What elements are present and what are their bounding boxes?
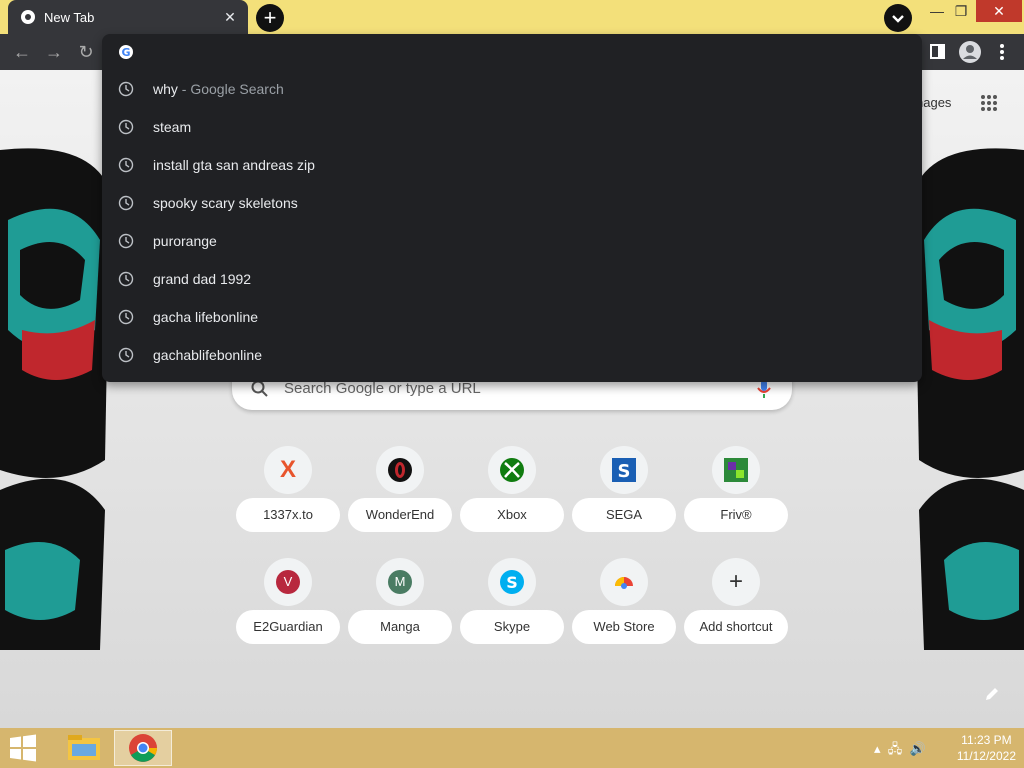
- shortcut-label: Web Store: [572, 610, 676, 644]
- file-explorer-button[interactable]: [56, 730, 114, 766]
- background-art-left: [0, 148, 110, 650]
- shortcut-label: Manga: [348, 610, 452, 644]
- tab-search-button[interactable]: [884, 4, 912, 32]
- shortcut-label: 1337x.to: [236, 498, 340, 532]
- taskbar: ▴ 🖧 🔊 11:23 PM 11/12/2022: [0, 728, 1024, 768]
- profile-icon[interactable]: [958, 40, 982, 64]
- clock-date: 11/12/2022: [956, 749, 1016, 763]
- search-placeholder: Search Google or type a URL: [284, 380, 481, 397]
- google-g-icon: G: [119, 45, 133, 59]
- chrome-icon: [21, 10, 35, 24]
- tab-title: New Tab: [44, 10, 95, 25]
- history-clock-icon: [118, 309, 134, 325]
- windows-start-icon[interactable]: [8, 734, 38, 762]
- shortcut-manga[interactable]: M Manga: [348, 558, 452, 666]
- background-art-right: [914, 148, 1024, 650]
- history-clock-icon: [118, 119, 134, 135]
- shortcut-1337x[interactable]: X 1337x.to: [236, 446, 340, 554]
- xbox-icon: [488, 446, 536, 494]
- history-clock-icon: [118, 233, 134, 249]
- history-clock-icon: [118, 271, 134, 287]
- suggestion-item[interactable]: gacha lifebonline: [102, 298, 922, 336]
- side-panel-icon[interactable]: [930, 44, 945, 59]
- suggestion-item[interactable]: purorange: [102, 222, 922, 260]
- webstore-icon: [600, 558, 648, 606]
- suggestion-text: spooky scary skeletons: [153, 195, 298, 211]
- svg-text:S: S: [506, 573, 518, 592]
- chrome-icon: [129, 734, 157, 762]
- svg-text:G: G: [121, 46, 130, 59]
- back-icon[interactable]: ←: [10, 40, 34, 64]
- suggestion-text: gacha lifebonline: [153, 309, 259, 325]
- shortcut-label: Skype: [460, 610, 564, 644]
- shortcut-label: WonderEnd: [348, 498, 452, 532]
- restore-button[interactable]: ❐: [946, 0, 976, 22]
- history-clock-icon: [118, 157, 134, 173]
- suggestion-item[interactable]: grand dad 1992: [102, 260, 922, 298]
- suggestion-suffix: - Google Search: [177, 81, 284, 97]
- suggestion-text: gachablifebonline: [153, 347, 262, 363]
- suggestion-item[interactable]: gachablifebonline: [102, 336, 922, 374]
- shortcut-label: Xbox: [460, 498, 564, 532]
- plus-icon: +: [712, 558, 760, 606]
- shortcut-wonderend[interactable]: WonderEnd: [348, 446, 452, 554]
- shortcut-webstore[interactable]: Web Store: [572, 558, 676, 666]
- suggestion-text: purorange: [153, 233, 217, 249]
- shortcut-skype[interactable]: S Skype: [460, 558, 564, 666]
- new-tab-button[interactable]: +: [256, 4, 284, 32]
- suggestion-item[interactable]: spooky scary skeletons: [102, 184, 922, 222]
- shortcut-label: Friv®: [684, 498, 788, 532]
- wonderend-icon: [376, 446, 424, 494]
- e2guardian-icon: V: [264, 558, 312, 606]
- shortcut-label: E2Guardian: [236, 610, 340, 644]
- omnibox-dropdown: G why - Google Search steam install gta …: [102, 34, 922, 382]
- clock[interactable]: 11:23 PM 11/12/2022: [957, 732, 1016, 764]
- suggestion-text: grand dad 1992: [153, 271, 252, 287]
- shortcut-e2guardian[interactable]: V E2Guardian: [236, 558, 340, 666]
- customize-pencil-icon[interactable]: [984, 686, 1000, 702]
- history-clock-icon: [118, 347, 134, 363]
- history-clock-icon: [118, 81, 134, 97]
- suggestion-item[interactable]: install gta san andreas zip: [102, 146, 922, 184]
- folder-icon: [68, 735, 100, 760]
- shortcut-friv[interactable]: Friv®: [684, 446, 788, 554]
- apps-grid-icon[interactable]: [980, 94, 998, 112]
- tab-strip: New Tab ✕ + — ❐ ✕: [0, 0, 1024, 34]
- skype-icon: S: [488, 558, 536, 606]
- tab-new-tab[interactable]: New Tab ✕: [8, 0, 248, 34]
- search-icon: [251, 380, 268, 397]
- svg-text:S: S: [618, 461, 631, 482]
- forward-icon[interactable]: →: [42, 40, 66, 64]
- x-icon: X: [264, 446, 312, 494]
- manga-icon: M: [376, 558, 424, 606]
- sega-icon: S: [600, 446, 648, 494]
- suggestion-item[interactable]: steam: [102, 108, 922, 146]
- friv-icon: [712, 446, 760, 494]
- chrome-taskbar-button[interactable]: [114, 730, 172, 766]
- clock-time: 11:23 PM: [961, 733, 1012, 747]
- suggestion-item[interactable]: why - Google Search: [102, 70, 922, 108]
- history-clock-icon: [118, 195, 134, 211]
- suggestion-text: why: [153, 81, 178, 97]
- suggestion-text: install gta san andreas zip: [153, 157, 315, 173]
- window-close-button[interactable]: ✕: [976, 0, 1022, 22]
- suggestion-text: steam: [153, 119, 192, 135]
- add-shortcut-button[interactable]: + Add shortcut: [684, 558, 788, 666]
- system-tray-icons[interactable]: ▴ 🖧 🔊: [874, 740, 926, 762]
- tab-close-button[interactable]: ✕: [220, 7, 240, 27]
- shortcut-sega[interactable]: S SEGA: [572, 446, 676, 554]
- shortcut-label: SEGA: [572, 498, 676, 532]
- chevron-down-icon: [892, 15, 904, 23]
- more-icon[interactable]: [998, 42, 1006, 62]
- shortcut-xbox[interactable]: Xbox: [460, 446, 564, 554]
- shortcut-label: Add shortcut: [684, 610, 788, 644]
- reload-icon[interactable]: ↻: [74, 40, 98, 64]
